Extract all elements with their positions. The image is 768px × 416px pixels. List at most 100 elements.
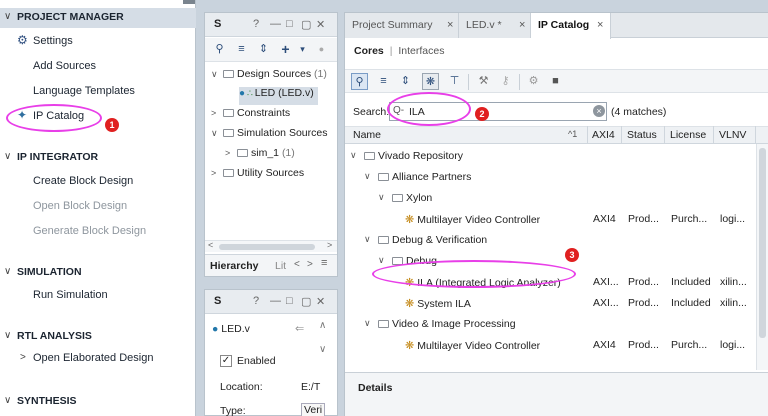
- cell-status: Prod...: [628, 276, 659, 288]
- vertical-scrollbar[interactable]: [756, 144, 768, 370]
- tab-hierarchy[interactable]: Hierarchy: [210, 260, 258, 272]
- table-row[interactable]: ∨ Alliance Partners: [345, 167, 756, 188]
- column-status[interactable]: Status: [627, 129, 657, 141]
- chevron-right-icon[interactable]: >: [20, 352, 26, 363]
- column-divider[interactable]: [664, 126, 665, 144]
- expand-all-icon[interactable]: ⇕: [397, 73, 414, 90]
- tab-list-icon[interactable]: ≡: [321, 257, 327, 269]
- chevron-down-icon: ∨: [211, 128, 218, 138]
- splitter-handle[interactable]: [183, 0, 195, 4]
- table-row[interactable]: ∨ Vivado Repository: [345, 146, 756, 167]
- nav-item-add-sources[interactable]: Add Sources: [33, 60, 96, 78]
- table-row[interactable]: ❋ System ILA AXI... Prod... Included xili…: [345, 293, 756, 314]
- search-icon[interactable]: ⚲: [211, 41, 228, 58]
- cell-license: Included: [671, 297, 711, 309]
- collapse-all-icon[interactable]: ≡: [375, 73, 392, 90]
- scroll-left-icon[interactable]: <: [208, 240, 213, 250]
- folder-icon: [223, 169, 234, 177]
- enabled-checkbox[interactable]: ✓: [220, 355, 232, 367]
- minimize-icon[interactable]: —: [270, 295, 281, 307]
- tab-project-summary[interactable]: Project Summary ×: [345, 13, 459, 38]
- column-divider[interactable]: [755, 126, 756, 144]
- tab-libraries[interactable]: Lit: [275, 260, 286, 272]
- column-divider[interactable]: [713, 126, 714, 144]
- tab-label: IP Catalog: [538, 19, 590, 31]
- column-vlnv[interactable]: VLNV: [719, 129, 746, 141]
- type-field[interactable]: Veri: [301, 403, 326, 416]
- scroll-right-icon[interactable]: >: [327, 240, 332, 250]
- nav-item-language-templates[interactable]: Language Templates: [33, 85, 135, 103]
- report-icon[interactable]: ■: [547, 73, 564, 90]
- table-row[interactable]: ❋ Multilayer Video Controller AXI4 Prod..…: [345, 335, 756, 356]
- minimize-icon[interactable]: —: [270, 18, 281, 30]
- tree-item-sim-1[interactable]: > sim_1 (1): [225, 147, 295, 165]
- subtab-interfaces[interactable]: Interfaces: [398, 45, 444, 57]
- section-synthesis[interactable]: ∨ SYNTHESIS: [0, 392, 196, 412]
- table-row[interactable]: ❋ Multilayer Video Controller AXI4 Prod..…: [345, 209, 756, 230]
- section-simulation[interactable]: ∨ SIMULATION: [0, 263, 196, 283]
- nav-item-settings[interactable]: Settings: [33, 35, 73, 53]
- column-name[interactable]: Name: [353, 129, 381, 141]
- properties-panel: S ? — □ ▢ ✕ ● LED.v ⇐ ∧ ∨ ✓ Enabled Loca…: [204, 289, 338, 416]
- cell-license: Purch...: [671, 339, 708, 351]
- chevron-down-icon: ∨: [378, 255, 385, 265]
- column-divider[interactable]: [621, 126, 622, 144]
- compatibility-icon[interactable]: ⚙: [525, 73, 542, 90]
- table-row[interactable]: ∨ Xylon: [345, 188, 756, 209]
- table-row[interactable]: ∨ Video & Image Processing: [345, 314, 756, 335]
- close-tab-icon[interactable]: ×: [447, 19, 453, 31]
- filter-icon[interactable]: ❋: [422, 73, 439, 90]
- help-icon[interactable]: ?: [253, 295, 259, 307]
- maximize-icon[interactable]: ▢: [301, 18, 311, 31]
- close-tab-icon[interactable]: ×: [597, 19, 603, 31]
- tab-ip-catalog[interactable]: IP Catalog ×: [531, 13, 611, 39]
- column-license[interactable]: License: [670, 129, 706, 141]
- dropdown-icon[interactable]: ▾: [294, 41, 311, 58]
- tree-item-design-sources[interactable]: ∨ Design Sources (1): [211, 68, 327, 86]
- tree-item-simulation-sources[interactable]: ∨ Simulation Sources: [211, 127, 327, 145]
- collapse-all-icon[interactable]: ≡: [233, 41, 250, 58]
- section-ip-integrator[interactable]: ∨ IP INTEGRATOR: [0, 148, 196, 168]
- tree-item-constraints[interactable]: > Constraints: [211, 107, 290, 125]
- group-icon[interactable]: ⊤: [446, 73, 463, 90]
- settings-icon[interactable]: ●: [313, 41, 330, 58]
- column-divider[interactable]: [587, 126, 588, 144]
- maximize-icon[interactable]: ▢: [301, 295, 311, 308]
- restore-icon[interactable]: □: [286, 18, 293, 30]
- restore-icon[interactable]: □: [286, 295, 293, 307]
- catalog-toolbar: ⚲ ≡ ⇕ ❋ ⊤ ⚒ ⚷ ⚙ ■: [345, 69, 768, 93]
- horizontal-scrollbar[interactable]: < >: [205, 240, 337, 252]
- close-icon[interactable]: ✕: [316, 295, 325, 308]
- add-icon[interactable]: +: [277, 41, 294, 58]
- tab-led-v[interactable]: LED.v * ×: [459, 13, 531, 38]
- close-tab-icon[interactable]: ×: [519, 19, 525, 31]
- scroll-thumb[interactable]: [759, 148, 766, 338]
- key-icon[interactable]: ⚷: [497, 73, 514, 90]
- wrench-icon[interactable]: ⚒: [475, 73, 492, 90]
- enabled-label: Enabled: [237, 355, 276, 367]
- help-icon[interactable]: ?: [253, 18, 259, 30]
- tree-item-led[interactable]: ● ∴ LED (LED.v): [239, 87, 318, 105]
- chevron-down-icon: ∨: [211, 69, 218, 79]
- column-axi4[interactable]: AXI4: [592, 129, 615, 141]
- search-icon[interactable]: ⚲: [351, 73, 368, 90]
- section-project-manager[interactable]: ∨ PROJECT MANAGER: [0, 8, 196, 28]
- scroll-down-icon[interactable]: ∨: [319, 344, 326, 355]
- annotation-circle: [6, 104, 102, 132]
- subtab-cores[interactable]: Cores: [354, 45, 384, 57]
- section-rtl-analysis[interactable]: ∨ RTL ANALYSIS: [0, 327, 196, 347]
- close-icon[interactable]: ✕: [316, 18, 325, 31]
- tree-item-utility-sources[interactable]: > Utility Sources: [211, 167, 304, 185]
- cell-status: Prod...: [628, 339, 659, 351]
- scroll-thumb[interactable]: [219, 244, 315, 250]
- tab-prev-icon[interactable]: <: [294, 259, 300, 270]
- nav-item-run-simulation[interactable]: Run Simulation: [33, 289, 108, 307]
- back-arrow-icon[interactable]: ⇐: [295, 322, 304, 335]
- nav-item-create-block-design[interactable]: Create Block Design: [33, 175, 133, 193]
- clear-search-icon[interactable]: ×: [593, 105, 605, 117]
- nav-item-open-elaborated-design[interactable]: Open Elaborated Design: [33, 352, 153, 370]
- tab-next-icon[interactable]: >: [307, 259, 313, 270]
- scroll-up-icon[interactable]: ∧: [319, 320, 326, 331]
- table-row[interactable]: ∨ Debug & Verification: [345, 230, 756, 251]
- expand-all-icon[interactable]: ⇕: [255, 41, 272, 58]
